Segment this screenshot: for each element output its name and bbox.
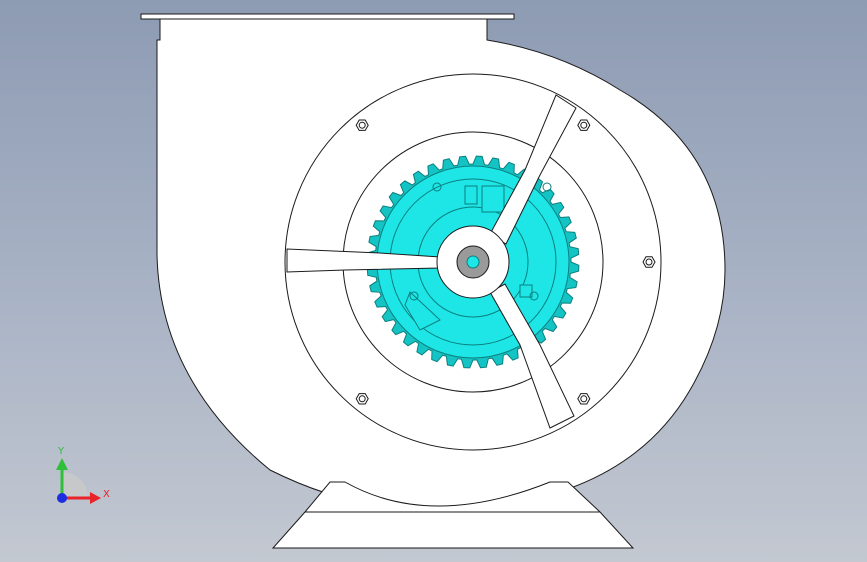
bolt-hex [577, 393, 591, 405]
z-axis-dot [57, 493, 67, 503]
bolt-hex [642, 256, 656, 268]
triad-plane [62, 472, 88, 498]
x-axis-label: X [103, 489, 110, 500]
bolt-hex [355, 393, 369, 405]
slot-feature [464, 185, 478, 205]
shaft [466, 255, 480, 269]
x-axis-head [90, 492, 101, 504]
slot-feature [481, 185, 505, 213]
axis-triad: Y X [56, 446, 110, 504]
bolt-hex [577, 119, 591, 131]
bolt-hex [355, 119, 369, 131]
outlet-flange [140, 13, 515, 20]
fan-drawing: Y X [56, 13, 726, 549]
y-axis-head [56, 458, 68, 470]
cad-viewport[interactable]: Y X [0, 0, 867, 562]
y-axis-label: Y [57, 446, 65, 457]
